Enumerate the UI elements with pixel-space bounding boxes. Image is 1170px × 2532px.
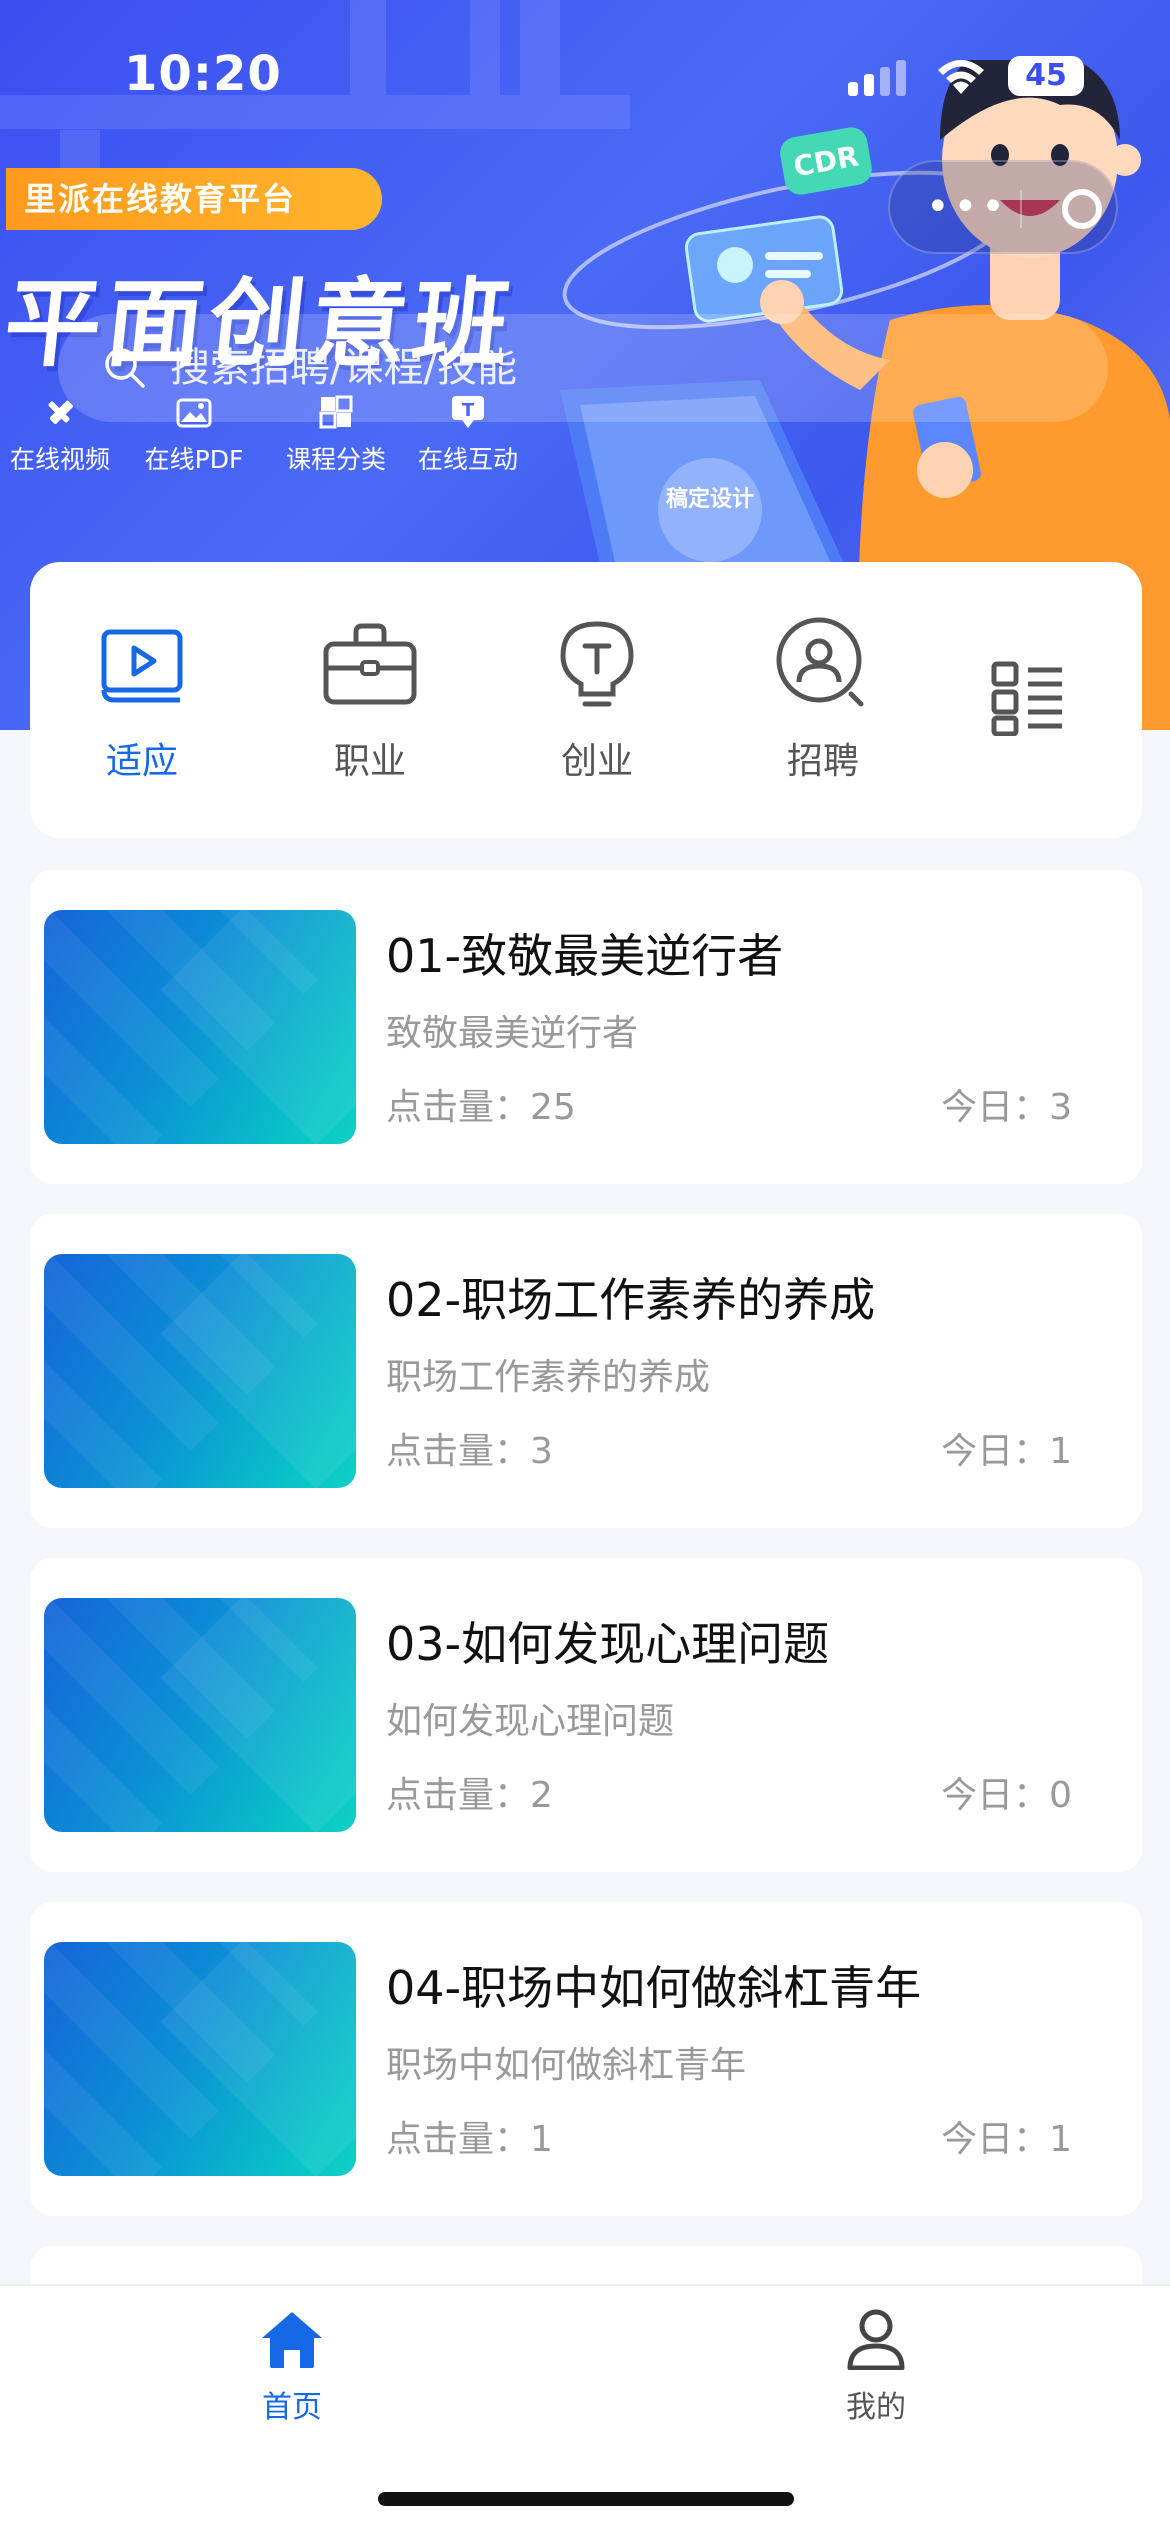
tab-home[interactable]: 首页 — [212, 2308, 372, 2426]
course-card[interactable]: 04-职场中如何做斜杠青年 职场中如何做斜杠青年 点击量：1 今日：1 — [30, 1902, 1142, 2216]
quick-link-online-interaction[interactable]: T 在线互动 — [410, 392, 526, 476]
tab-label: 首页 — [262, 2390, 322, 2425]
course-click-count: 点击量：1 — [386, 2119, 553, 2160]
tab-label: 我的 — [846, 2390, 906, 2425]
course-title: 04-职场中如何做斜杠青年 — [386, 1961, 922, 2015]
search-icon — [105, 348, 145, 388]
course-thumbnail — [44, 1254, 356, 1488]
course-title: 02-职场工作素养的养成 — [386, 1273, 876, 1327]
home-indicator — [378, 2492, 794, 2506]
course-today-count: 今日：1 — [941, 2119, 1072, 2160]
course-today-count: 今日：3 — [941, 1087, 1072, 1128]
platform-label: 里派在线教育平台 — [6, 168, 382, 230]
category-career[interactable]: 职业 — [290, 616, 450, 784]
course-subtitle: 职场中如何做斜杠青年 — [386, 2045, 747, 2086]
tab-mine[interactable]: 我的 — [796, 2308, 956, 2426]
user-icon — [847, 2309, 905, 2370]
category-label: 职业 — [333, 741, 406, 782]
close-miniprogram-icon[interactable] — [1062, 189, 1102, 229]
quick-link-label: 在线PDF — [144, 445, 244, 474]
course-click-count: 点击量：2 — [386, 1775, 553, 1816]
category-card: 适应 职业 创业 招聘 — [30, 562, 1142, 838]
status-icons: 45 — [848, 54, 1088, 102]
home-icon — [262, 2312, 322, 2368]
category-label: 适应 — [105, 741, 178, 782]
course-title: 01-致敬最美逆行者 — [386, 929, 784, 983]
miniprogram-capsule[interactable]: ••• — [888, 160, 1118, 254]
course-subtitle: 致敬最美逆行者 — [386, 1013, 639, 1054]
quick-link-course-category[interactable]: 课程分类 — [280, 392, 392, 476]
course-thumbnail — [44, 1942, 356, 2176]
course-list: 01-致敬最美逆行者 致敬最美逆行者 点击量：25 今日：3 02-职场工作素养… — [30, 870, 1142, 2532]
image-icon — [176, 398, 212, 428]
quick-link-label: 课程分类 — [285, 445, 386, 474]
pen-ruler-icon — [48, 400, 73, 424]
more-icon[interactable]: ••• — [926, 187, 1009, 227]
interaction-icon: T — [452, 396, 484, 428]
course-today-count: 今日：0 — [941, 1775, 1072, 1816]
category-label: 创业 — [560, 741, 633, 782]
quick-link-online-video[interactable]: 在线视频 — [4, 392, 116, 476]
course-card[interactable]: 01-致敬最美逆行者 致敬最美逆行者 点击量：25 今日：3 — [30, 870, 1142, 1184]
all-categories-icon[interactable] — [990, 660, 1066, 736]
course-subtitle: 如何发现心理问题 — [386, 1701, 675, 1742]
person-search-icon — [776, 617, 864, 707]
search-input[interactable] — [170, 345, 870, 391]
category-label: 招聘 — [786, 741, 859, 782]
status-bar: 10:20 45 — [0, 0, 1170, 150]
briefcase-icon — [323, 623, 417, 705]
quick-link-online-pdf[interactable]: 在线PDF — [138, 392, 250, 476]
course-card[interactable]: 03-如何发现心理问题 如何发现心理问题 点击量：2 今日：0 — [30, 1558, 1142, 1872]
course-today-count: 今日：1 — [941, 1431, 1072, 1472]
category-adapt[interactable]: 适应 — [62, 616, 222, 784]
signal-icon — [848, 60, 906, 96]
quick-link-label: 在线视频 — [9, 445, 110, 474]
status-time: 10:20 — [124, 46, 282, 102]
battery-indicator: 45 — [1008, 56, 1084, 96]
banner-quick-links: 在线视频 在线PDF 课程分类 T 在线互动 — [0, 392, 560, 484]
course-click-count: 点击量：25 — [386, 1087, 576, 1128]
laptop-logo-text: 稿定设计 — [666, 486, 754, 512]
course-title: 03-如何发现心理问题 — [386, 1617, 830, 1671]
svg-text:T: T — [462, 400, 475, 421]
quick-link-label: 在线互动 — [417, 445, 518, 474]
lightbulb-icon — [560, 621, 634, 707]
capsule-divider — [1020, 190, 1022, 228]
course-subtitle: 职场工作素养的养成 — [386, 1357, 711, 1398]
wifi-icon — [938, 60, 984, 94]
category-startup[interactable]: 创业 — [517, 616, 677, 784]
video-book-icon — [101, 629, 183, 703]
category-recruitment[interactable]: 招聘 — [743, 616, 903, 784]
course-card[interactable]: 02-职场工作素养的养成 职场工作素养的养成 点击量：3 今日：1 — [30, 1214, 1142, 1528]
category-icon — [319, 395, 353, 429]
course-click-count: 点击量：3 — [386, 1431, 553, 1472]
course-thumbnail — [44, 1598, 356, 1832]
course-thumbnail — [44, 910, 356, 1144]
